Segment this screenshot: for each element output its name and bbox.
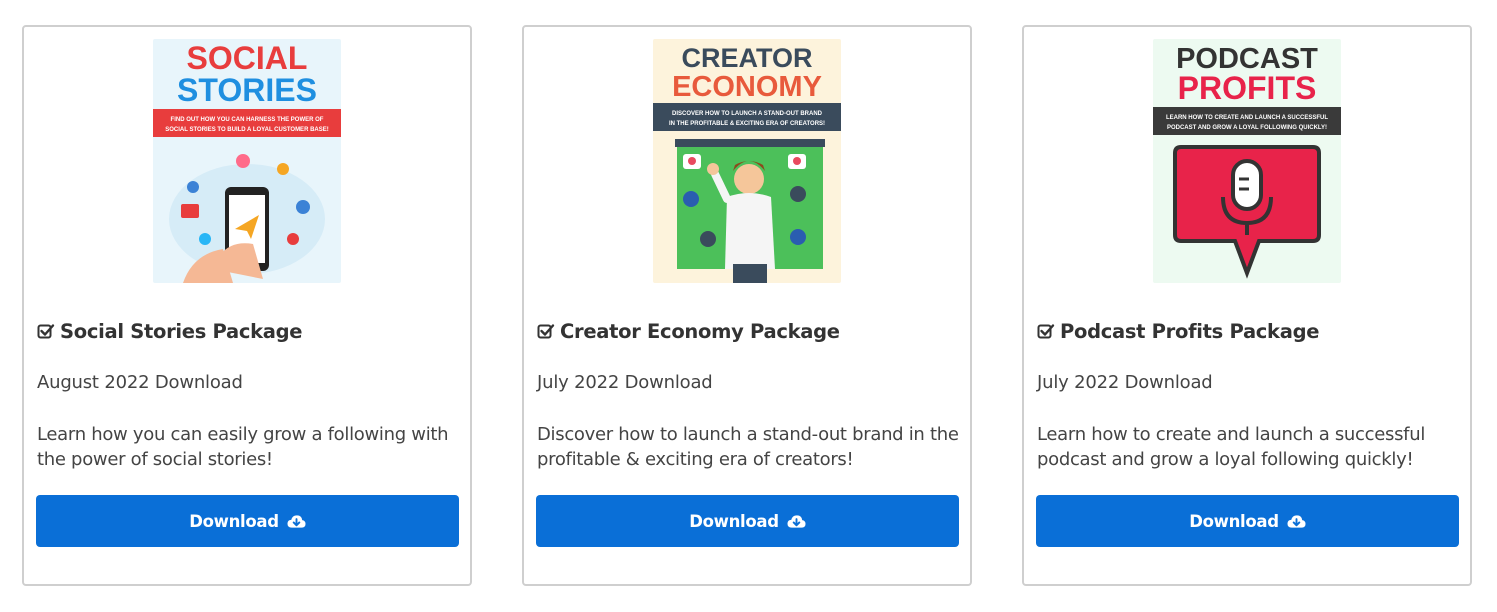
- product-card-podcast-profits: PODCAST PROFITS LEARN HOW TO CREATE AND …: [1022, 25, 1472, 586]
- release-date: July 2022 Download: [1037, 372, 1213, 393]
- product-card-social-stories: SOCIAL STORIES FIND OUT HOW YOU CAN HARN…: [22, 25, 472, 586]
- cover-image-creator-economy[interactable]: CREATOR ECONOMY DISCOVER HOW TO LAUNCH A…: [653, 39, 841, 283]
- cover-image-podcast-profits[interactable]: PODCAST PROFITS LEARN HOW TO CREATE AND …: [1153, 39, 1341, 283]
- cover-title-line2: STORIES: [177, 72, 317, 108]
- cover-title-line2: ECONOMY: [672, 71, 822, 103]
- package-title-text: Social Stories Package: [60, 320, 303, 343]
- product-card-creator-economy: CREATOR ECONOMY DISCOVER HOW TO LAUNCH A…: [522, 25, 972, 586]
- cover-title-line1: CREATOR: [681, 43, 812, 73]
- cover-banner-line2: SOCIAL STORIES TO BUILD A LOYAL CUSTOMER…: [165, 127, 328, 133]
- cover-banner-line1: LEARN HOW TO CREATE AND LAUNCH A SUCCESS…: [1166, 115, 1328, 121]
- cover-image-social-stories[interactable]: SOCIAL STORIES FIND OUT HOW YOU CAN HARN…: [153, 39, 341, 283]
- cover-banner-line2: PODCAST AND GROW A LOYAL FOLLOWING QUICK…: [1167, 125, 1327, 131]
- package-title-text: Podcast Profits Package: [1060, 320, 1320, 343]
- cloud-download-icon: [1287, 514, 1306, 528]
- download-button[interactable]: Download: [536, 495, 959, 547]
- release-date: July 2022 Download: [537, 372, 713, 393]
- download-button[interactable]: Download: [1036, 495, 1459, 547]
- check-square-icon: [1037, 324, 1055, 339]
- package-description: Discover how to launch a stand-out brand…: [537, 424, 959, 470]
- package-description: Learn how you can easily grow a followin…: [37, 424, 449, 470]
- cover-banner-line1: FIND OUT HOW YOU CAN HARNESS THE POWER O…: [171, 117, 324, 123]
- package-title: Social Stories Package: [37, 320, 457, 343]
- download-button-label: Download: [689, 511, 779, 531]
- download-button-label: Download: [189, 511, 279, 531]
- package-title: Creator Economy Package: [537, 320, 957, 343]
- cover-title-line2: PROFITS: [1178, 70, 1317, 106]
- package-description: Learn how to create and launch a success…: [1037, 424, 1426, 470]
- cloud-download-icon: [287, 514, 306, 528]
- check-square-icon: [537, 324, 555, 339]
- download-button-label: Download: [1189, 511, 1279, 531]
- package-title-text: Creator Economy Package: [560, 320, 840, 343]
- cover-title-line1: SOCIAL: [187, 40, 308, 76]
- cloud-download-icon: [787, 514, 806, 528]
- release-date: August 2022 Download: [37, 372, 243, 393]
- download-button[interactable]: Download: [36, 495, 459, 547]
- package-title: Podcast Profits Package: [1037, 320, 1457, 343]
- cover-banner-line1: DISCOVER HOW TO LAUNCH A STAND-OUT BRAND: [672, 111, 823, 117]
- cover-banner-line2: IN THE PROFITABLE & EXCITING ERA OF CREA…: [669, 121, 825, 127]
- check-square-icon: [37, 324, 55, 339]
